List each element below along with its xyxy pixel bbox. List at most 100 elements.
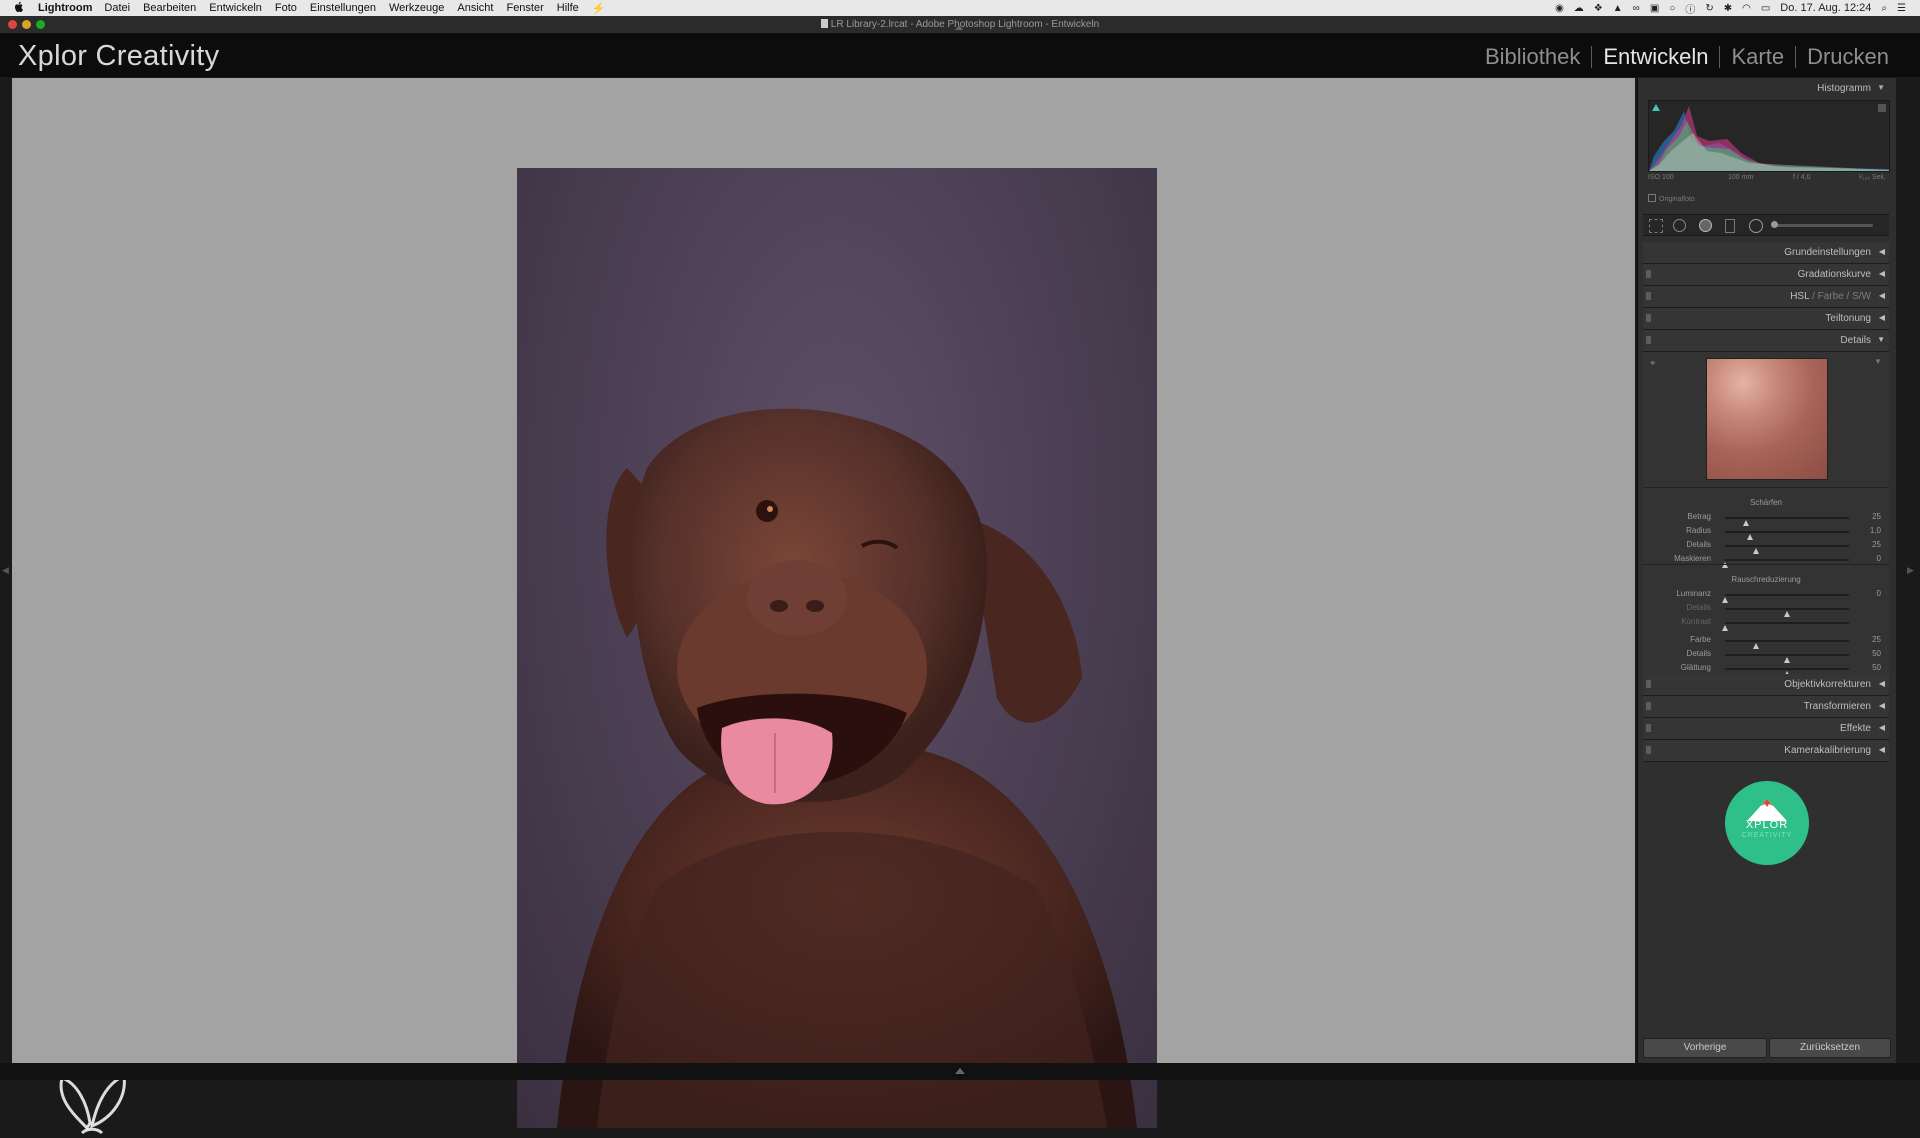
histogram-header[interactable]: Histogramm ▼ (1643, 80, 1889, 96)
spotlight-search-icon[interactable]: ⌕ (1881, 3, 1887, 14)
user-icon[interactable]: ▲ (1613, 3, 1623, 14)
slider-value[interactable]: 50 (1872, 649, 1881, 658)
collapse-arrow-icon[interactable]: ▼ (1877, 83, 1885, 92)
slider-betrag[interactable]: Betrag 25 (1643, 511, 1889, 526)
menu-entwickeln[interactable]: Entwickeln (209, 2, 262, 14)
expand-arrow-icon[interactable]: ◀ (1879, 701, 1885, 710)
slider-value[interactable]: 25 (1872, 635, 1881, 644)
slider-kontrast[interactable]: Kontrast (1643, 616, 1889, 631)
original-photo-checkbox[interactable] (1648, 194, 1656, 202)
reset-button[interactable]: Zurücksetzen (1769, 1038, 1891, 1058)
module-drucken[interactable]: Drucken (1796, 44, 1900, 70)
notification-list-icon[interactable]: ☰ (1897, 3, 1906, 14)
slider-value[interactable]: 25 (1872, 540, 1881, 549)
expand-arrow-icon[interactable]: ◀ (1879, 269, 1885, 278)
bluetooth-icon[interactable]: ✱ (1724, 3, 1732, 14)
panel-toggle-switch[interactable] (1646, 724, 1651, 732)
menu-einstellungen[interactable]: Einstellungen (310, 2, 376, 14)
slider-luminanz[interactable]: Luminanz 0 (1643, 588, 1889, 603)
slider-thumb[interactable] (1722, 625, 1728, 631)
panel-grundeinstellungen[interactable]: Grundeinstellungen ◀ (1643, 242, 1889, 264)
panel-toggle-switch[interactable] (1646, 702, 1651, 710)
slider-value[interactable]: 50 (1872, 663, 1881, 672)
right-panel-toggle-arrow-icon[interactable]: ▶ (1907, 565, 1914, 576)
expand-arrow-icon[interactable]: ◀ (1879, 745, 1885, 754)
histogram-graph[interactable] (1648, 100, 1890, 172)
expand-arrow-icon[interactable]: ◀ (1879, 247, 1885, 256)
slider-track[interactable] (1722, 622, 1849, 631)
zoom-window-button[interactable] (36, 20, 45, 29)
apple-icon[interactable] (14, 1, 28, 16)
graduated-filter-tool-icon[interactable] (1725, 219, 1735, 233)
menu-fenster[interactable]: Fenster (506, 2, 543, 14)
display-icon[interactable]: ▣ (1650, 3, 1659, 14)
dog-photo[interactable] (517, 168, 1157, 1128)
expand-arrow-icon[interactable]: ◀ (1879, 723, 1885, 732)
creative-cloud-icon[interactable]: ∞ (1633, 3, 1640, 14)
slider-track[interactable] (1725, 531, 1849, 540)
dropbox-icon[interactable]: ❖ (1594, 3, 1603, 14)
panel-toggle-switch[interactable] (1646, 680, 1651, 688)
menu-werkzeuge[interactable]: Werkzeuge (389, 2, 444, 14)
panel-gradationskurve[interactable]: Gradationskurve ◀ (1643, 264, 1889, 286)
slider-track[interactable] (1725, 545, 1849, 554)
battery-icon[interactable]: ▭ (1761, 3, 1770, 14)
tab-sw[interactable]: S/W (1852, 291, 1871, 302)
menu-foto[interactable]: Foto (275, 2, 297, 14)
menubar-datetime[interactable]: Do. 17. Aug. 12:24 (1780, 2, 1871, 14)
collapse-arrow-icon[interactable]: ▼ (1877, 335, 1885, 344)
shadow-clipping-indicator-icon[interactable] (1652, 104, 1660, 111)
expand-arrow-icon[interactable]: ◀ (1879, 679, 1885, 688)
tab-farbe[interactable]: Farbe (1818, 291, 1844, 302)
menu-app-name[interactable]: Lightroom (38, 2, 92, 14)
module-bibliothek[interactable]: Bibliothek (1474, 44, 1591, 70)
spot-removal-tool-icon[interactable] (1673, 219, 1686, 232)
panel-kamerakalibrierung[interactable]: Kamerakalibrierung ◀ (1643, 740, 1889, 762)
image-canvas[interactable] (12, 78, 1635, 1135)
left-panel-toggle-arrow-icon[interactable]: ◀ (2, 565, 9, 576)
minimize-window-button[interactable] (22, 20, 31, 29)
info-icon[interactable]: ⓘ (1685, 1, 1695, 16)
circle-status-icon[interactable]: ○ (1669, 3, 1675, 14)
menu-bearbeiten[interactable]: Bearbeiten (143, 2, 196, 14)
wifi-icon[interactable]: ◠ (1742, 3, 1751, 14)
slider-value[interactable]: 1,0 (1870, 526, 1881, 535)
bolt-icon[interactable]: ⚡ (592, 2, 606, 15)
slider-radius[interactable]: Radius 1,0 (1643, 525, 1889, 540)
slider-track[interactable] (1725, 640, 1849, 649)
slider-track[interactable] (1725, 517, 1849, 526)
panel-toggle-switch[interactable] (1646, 270, 1651, 278)
radial-filter-tool-icon[interactable] (1749, 219, 1763, 233)
panel-toggle-switch[interactable] (1646, 746, 1651, 754)
tab-hsl[interactable]: HSL (1790, 291, 1809, 302)
slider-track[interactable] (1722, 594, 1849, 603)
panel-toggle-switch[interactable] (1646, 314, 1651, 322)
cloud-sync-icon[interactable]: ☁ (1574, 3, 1584, 14)
expand-arrow-icon[interactable]: ◀ (1879, 291, 1885, 300)
panel-objektivkorrekturen[interactable]: Objektivkorrekturen ◀ (1643, 674, 1889, 696)
module-entwickeln[interactable]: Entwickeln (1592, 44, 1719, 70)
adjustment-brush-slider[interactable] (1773, 224, 1873, 227)
menu-datei[interactable]: Datei (104, 2, 130, 14)
expand-filmstrip-arrow-icon[interactable] (955, 1068, 965, 1074)
detail-zoom-preview[interactable] (1706, 358, 1828, 480)
slider-thumb[interactable] (1722, 562, 1728, 568)
panel-details[interactable]: Details ▼ (1643, 330, 1889, 352)
slider-track[interactable] (1722, 559, 1849, 568)
highlight-clipping-indicator-icon[interactable] (1878, 104, 1886, 112)
close-window-button[interactable] (8, 20, 17, 29)
slider-farbe[interactable]: Farbe 25 (1643, 634, 1889, 649)
menu-ansicht[interactable]: Ansicht (457, 2, 493, 14)
slider-value[interactable]: 25 (1872, 512, 1881, 521)
expand-arrow-icon[interactable]: ◀ (1879, 313, 1885, 322)
collapse-top-panel-arrow-icon[interactable] (955, 25, 963, 30)
panel-effekte[interactable]: Effekte ◀ (1643, 718, 1889, 740)
slider-details[interactable]: Details 25 (1643, 539, 1889, 554)
slider-details[interactable]: Details (1643, 602, 1889, 617)
slider-track[interactable] (1725, 608, 1849, 617)
panel-transformieren[interactable]: Transformieren ◀ (1643, 696, 1889, 718)
record-icon[interactable]: ◉ (1555, 3, 1564, 14)
crop-tool-icon[interactable] (1649, 219, 1663, 233)
detail-preview-menu-icon[interactable]: ▼ (1874, 357, 1882, 366)
slider-track[interactable] (1725, 654, 1849, 663)
